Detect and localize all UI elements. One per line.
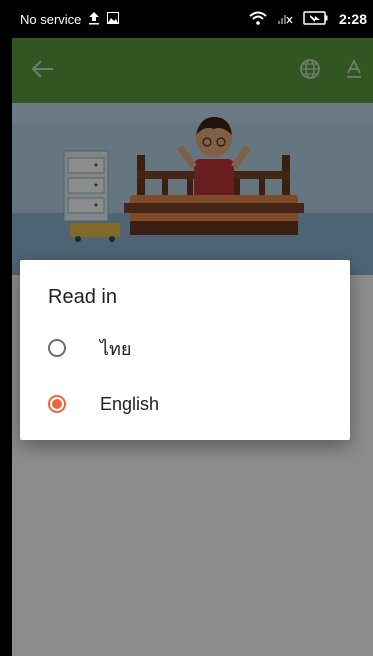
dialog-title: Read in (48, 286, 117, 308)
option-label-thai: ไทย (100, 338, 132, 359)
language-option-english[interactable]: English (48, 384, 338, 424)
language-option-thai[interactable]: ไทย (48, 328, 338, 368)
read-in-dialog: Read in ไทย English (20, 260, 350, 440)
carrier-text: No service (20, 11, 82, 27)
no-signal-icon (277, 11, 293, 28)
option-label-english: English (100, 393, 160, 414)
battery-charging-icon (303, 10, 329, 28)
clock: 2:28 (338, 11, 367, 27)
status-bar: No service 2:28 (12, 0, 373, 38)
upload-icon (87, 11, 101, 28)
radio-button-english[interactable] (48, 395, 66, 413)
image-icon (107, 11, 120, 27)
radio-button-thai[interactable] (48, 339, 66, 357)
wifi-icon (249, 11, 267, 28)
